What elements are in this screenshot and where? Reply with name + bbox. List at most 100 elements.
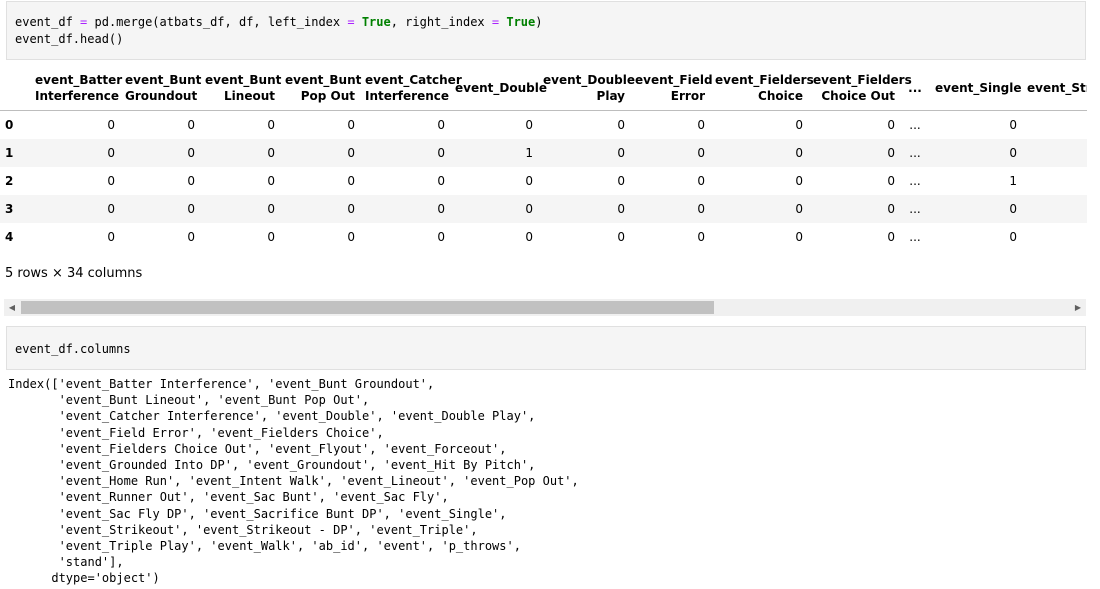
table-cell: 0 bbox=[697, 174, 705, 188]
table-cell: 0 bbox=[437, 202, 445, 216]
table-cell: 1 bbox=[1009, 174, 1017, 188]
table-cell: 0 bbox=[347, 174, 355, 188]
table-cell: 0 bbox=[1009, 202, 1017, 216]
table-cell: 0 bbox=[347, 146, 355, 160]
code-cell-merge[interactable]: event_df = pd.merge(atbats_df, df, left_… bbox=[6, 1, 1086, 60]
table-cell: 0 bbox=[1009, 118, 1017, 132]
column-header: event_Bunt Pop Out bbox=[280, 66, 361, 111]
output-line: dtype='object') bbox=[8, 571, 160, 586]
table-cell: 0 bbox=[107, 202, 115, 216]
table-cell: 0 bbox=[525, 118, 533, 132]
table-cell: 0 bbox=[795, 174, 803, 188]
table-cell: 0 bbox=[525, 230, 533, 244]
table-cell: 0 bbox=[887, 146, 895, 160]
output-line: Index(['event_Batter Interference', 'eve… bbox=[8, 377, 435, 391]
column-header: event_Strikeout bbox=[1022, 66, 1087, 111]
table-cell: 1 bbox=[1022, 223, 1087, 251]
index-header bbox=[0, 66, 30, 111]
table-cell: 0 bbox=[437, 230, 445, 244]
table-cell: 0 bbox=[697, 202, 705, 216]
column-header: event_Batter Interference bbox=[30, 66, 122, 111]
table-cell: 0 bbox=[187, 230, 195, 244]
code-cell-columns[interactable]: event_df.columns bbox=[6, 326, 1086, 370]
table-cell: 0 bbox=[617, 146, 625, 160]
output-line: 'event_Catcher Interference', 'event_Dou… bbox=[8, 409, 536, 424]
table-cell: 1 bbox=[525, 146, 533, 160]
code-line-1: event_df = pd.merge(atbats_df, df, left_… bbox=[15, 14, 1077, 31]
table-header-row: event_Batter Interference event_Bunt Grou… bbox=[0, 66, 1087, 111]
table-cell: 0 bbox=[1009, 146, 1017, 160]
table-row: 10000010000...00 bbox=[0, 139, 1087, 167]
column-header: event_Single bbox=[930, 66, 1022, 111]
table-cell: 0 bbox=[525, 174, 533, 188]
table-cell: ... bbox=[909, 118, 921, 132]
code-line-2: event_df.head() bbox=[15, 32, 124, 46]
row-index: 4 bbox=[5, 230, 14, 244]
table-cell: 0 bbox=[347, 202, 355, 216]
table-cell: 0 bbox=[617, 230, 625, 244]
table-cell: 0 bbox=[107, 230, 115, 244]
table-row: 20000000000...10 bbox=[0, 167, 1087, 195]
table-cell: 0 bbox=[795, 118, 803, 132]
table-cell: 0 bbox=[1022, 111, 1087, 140]
output-line: 'event_Triple Play', 'event_Walk', 'ab_i… bbox=[8, 539, 521, 554]
table-cell: 0 bbox=[697, 118, 705, 132]
table-cell: 0 bbox=[697, 146, 705, 160]
dataframe-table: event_Batter Interference event_Bunt Grou… bbox=[0, 66, 1087, 251]
table-cell: 0 bbox=[617, 174, 625, 188]
table-cell: 1 bbox=[1022, 195, 1087, 223]
table-cell: 0 bbox=[1022, 167, 1087, 195]
table-cell: 0 bbox=[187, 174, 195, 188]
table-cell: ... bbox=[909, 174, 921, 188]
table-cell: 0 bbox=[525, 202, 533, 216]
output-line: 'event_Fielders Choice Out', 'event_Flyo… bbox=[8, 441, 507, 456]
table-cell: 0 bbox=[187, 202, 195, 216]
output-line: 'event_Grounded Into DP', 'event_Groundo… bbox=[8, 458, 536, 473]
output-line: 'event_Sac Fly DP', 'event_Sacrifice Bun… bbox=[8, 506, 507, 521]
columns-output: Index(['event_Batter Interference', 'eve… bbox=[8, 376, 579, 587]
code-line-1: event_df.columns bbox=[15, 342, 131, 356]
table-cell: 0 bbox=[1022, 139, 1087, 167]
table-cell: 0 bbox=[887, 230, 895, 244]
scrollbar-thumb[interactable] bbox=[21, 301, 714, 314]
output-line: 'event_Strikeout', 'event_Strikeout - DP… bbox=[8, 522, 478, 537]
code-token: pd.merge(atbats_df, df, left_index bbox=[87, 15, 348, 29]
table-cell: 0 bbox=[887, 202, 895, 216]
table-cell: 0 bbox=[697, 230, 705, 244]
output-line: 'event_Field Error', 'event_Fielders Cho… bbox=[8, 425, 384, 440]
table-cell: 0 bbox=[187, 146, 195, 160]
table-cell: 0 bbox=[437, 118, 445, 132]
table-cell: 0 bbox=[107, 146, 115, 160]
table-cell: 0 bbox=[267, 118, 275, 132]
table-cell: 0 bbox=[267, 174, 275, 188]
table-row: 30000000000...01 bbox=[0, 195, 1087, 223]
table-cell: 0 bbox=[267, 146, 275, 160]
table-cell: 0 bbox=[187, 118, 195, 132]
table-cell: ... bbox=[909, 230, 921, 244]
table-cell: 0 bbox=[347, 230, 355, 244]
code-operator: = bbox=[347, 15, 355, 29]
code-token: , right_index bbox=[390, 15, 492, 29]
row-index: 3 bbox=[5, 202, 14, 216]
column-header: event_Fielders Choice bbox=[710, 66, 814, 111]
code-token: ) bbox=[535, 15, 543, 29]
table-cell: 0 bbox=[347, 118, 355, 132]
table-cell: 0 bbox=[1009, 230, 1017, 244]
table-cell: 0 bbox=[437, 146, 445, 160]
output-line: 'event_Home Run', 'event_Intent Walk', '… bbox=[8, 474, 579, 489]
table-cell: 0 bbox=[267, 202, 275, 216]
scroll-left-arrow-icon[interactable]: ◀ bbox=[4, 299, 20, 316]
table-cell: 0 bbox=[887, 118, 895, 132]
horizontal-scrollbar[interactable]: ◀ ▶ bbox=[4, 299, 1086, 316]
table-cell: 0 bbox=[795, 202, 803, 216]
dataframe-shape-info: 5 rows × 34 columns bbox=[5, 266, 143, 281]
dataframe-output: event_Batter Interference event_Bunt Grou… bbox=[0, 66, 1087, 256]
table-cell: 0 bbox=[107, 174, 115, 188]
table-cell: 0 bbox=[437, 174, 445, 188]
column-header: event_Catcher Interference bbox=[360, 66, 462, 111]
table-cell: 0 bbox=[795, 230, 803, 244]
table-cell: 0 bbox=[617, 202, 625, 216]
table-cell: ... bbox=[909, 146, 921, 160]
output-line: 'event_Runner Out', 'event_Sac Bunt', 'e… bbox=[8, 490, 449, 505]
scroll-right-arrow-icon[interactable]: ▶ bbox=[1070, 299, 1086, 316]
